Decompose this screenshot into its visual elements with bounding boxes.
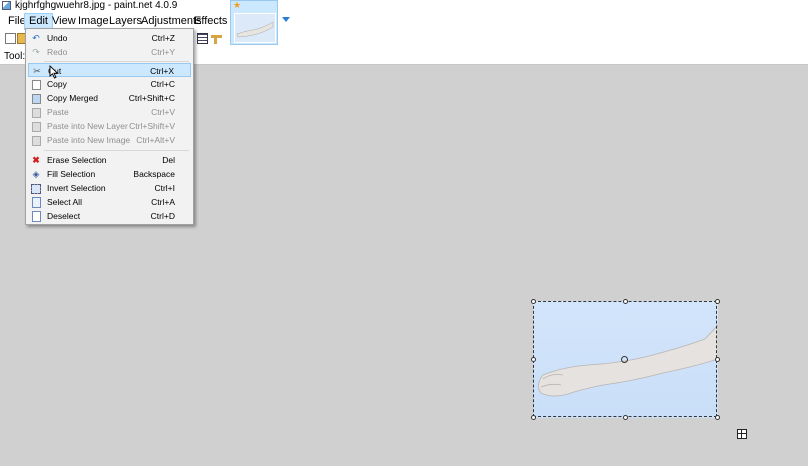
menu-item-shortcut: Ctrl+A [151,197,175,207]
copy-merged-icon [32,94,41,104]
menu-item-label: Paste into New Image [47,135,131,145]
menu-item-copy-merged[interactable]: Copy Merged Ctrl+Shift+C [28,91,191,105]
new-file-icon[interactable] [5,33,16,44]
menu-item-label: Redo [47,47,68,57]
menu-item-shortcut: Ctrl+V [151,107,175,117]
menu-item-shortcut: Ctrl+C [150,79,175,89]
paste-layer-icon [32,122,41,132]
redo-icon: ↷ [32,47,40,57]
menu-item-paste-new-image[interactable]: Paste into New Image Ctrl+Alt+V [28,133,191,147]
thumbnail-image [234,13,276,43]
menu-item-select-all[interactable]: Select All Ctrl+A [28,195,191,209]
erase-icon: ✖ [32,155,40,165]
resize-grip-icon[interactable] [737,429,747,439]
selection-handle-bottom-right[interactable] [715,415,720,420]
select-all-icon [32,197,41,208]
menu-item-deselect[interactable]: Deselect Ctrl+D [28,209,191,223]
menu-item-redo[interactable]: ↷ Redo Ctrl+Y [28,45,191,59]
tool-label: Tool: [4,51,26,62]
selection-handle-right[interactable] [715,357,720,362]
copy-icon [32,80,41,90]
menu-item-shortcut: Ctrl+X [150,66,174,76]
edit-menu-dropdown: ↶ Undo Ctrl+Z ↷ Redo Ctrl+Y ✂ Cut Ctrl+X… [25,28,194,225]
deselect-icon [32,211,41,222]
selection-handle-bottom[interactable] [623,415,628,420]
menu-item-label: Paste [47,107,69,117]
menu-item-paste-new-layer[interactable]: Paste into New Layer Ctrl+Shift+V [28,119,191,133]
menu-item-shortcut: Ctrl+Y [151,47,175,57]
menu-item-label: Deselect [47,211,81,221]
menu-effects[interactable]: Effects [190,14,231,29]
menu-item-shortcut: Del [162,155,175,165]
menu-item-shortcut: Ctrl+Shift+V [129,121,175,131]
grid-icon[interactable] [197,33,208,44]
menu-item-erase-selection[interactable]: ✖ Erase Selection Del [28,153,191,167]
selection-handle-top-left[interactable] [531,299,536,304]
selection-handle-left[interactable] [531,357,536,362]
menu-item-label: Copy Merged [47,93,99,103]
selection-handle-top[interactable] [623,299,628,304]
ruler-icon[interactable] [211,33,222,44]
menu-item-label: Copy [47,79,67,89]
menu-item-undo[interactable]: ↶ Undo Ctrl+Z [28,31,191,45]
menu-item-label: Paste into New Layer [47,121,128,131]
selection-handle-bottom-left[interactable] [531,415,536,420]
menu-item-shortcut: Ctrl+Z [151,33,175,43]
invert-selection-icon [31,184,41,194]
paste-image-icon [32,136,41,146]
unsaved-star-icon: ★ [233,0,242,10]
fill-bucket-icon: ◈ [32,169,40,179]
menu-item-invert-selection[interactable]: Invert Selection Ctrl+I [28,181,191,195]
menu-item-label: Undo [47,33,68,43]
title-bar: kjghrfghgwuehr8.jpg - paint.net 4.0.9 [0,0,808,12]
menu-item-shortcut: Ctrl+D [150,211,175,221]
menu-item-label: Invert Selection [47,183,106,193]
paste-icon [32,108,41,118]
menu-item-shortcut: Ctrl+I [154,183,175,193]
tab-dropdown-arrow-icon[interactable] [282,17,290,22]
selection-center-icon[interactable] [621,356,628,363]
menu-item-label: Erase Selection [47,155,107,165]
menu-item-fill-selection[interactable]: ◈ Fill Selection Backspace [28,167,191,181]
window-title: kjghrfghgwuehr8.jpg - paint.net 4.0.9 [15,0,178,11]
undo-icon: ↶ [32,33,40,43]
menu-item-shortcut: Ctrl+Shift+C [128,93,175,103]
menu-separator [44,150,189,151]
menu-separator [44,61,189,62]
scissors-icon: ✂ [33,66,41,76]
paintnet-app-icon [2,1,11,10]
menu-item-copy[interactable]: Copy Ctrl+C [28,77,191,91]
selection-handle-top-right[interactable] [715,299,720,304]
menu-item-label: Fill Selection [47,169,96,179]
menu-item-paste[interactable]: Paste Ctrl+V [28,105,191,119]
menu-item-shortcut: Backspace [133,169,175,179]
menu-item-label: Select All [47,197,82,207]
menu-item-shortcut: Ctrl+Alt+V [136,135,175,145]
image-thumbnail-tab[interactable]: ★ [230,0,278,45]
